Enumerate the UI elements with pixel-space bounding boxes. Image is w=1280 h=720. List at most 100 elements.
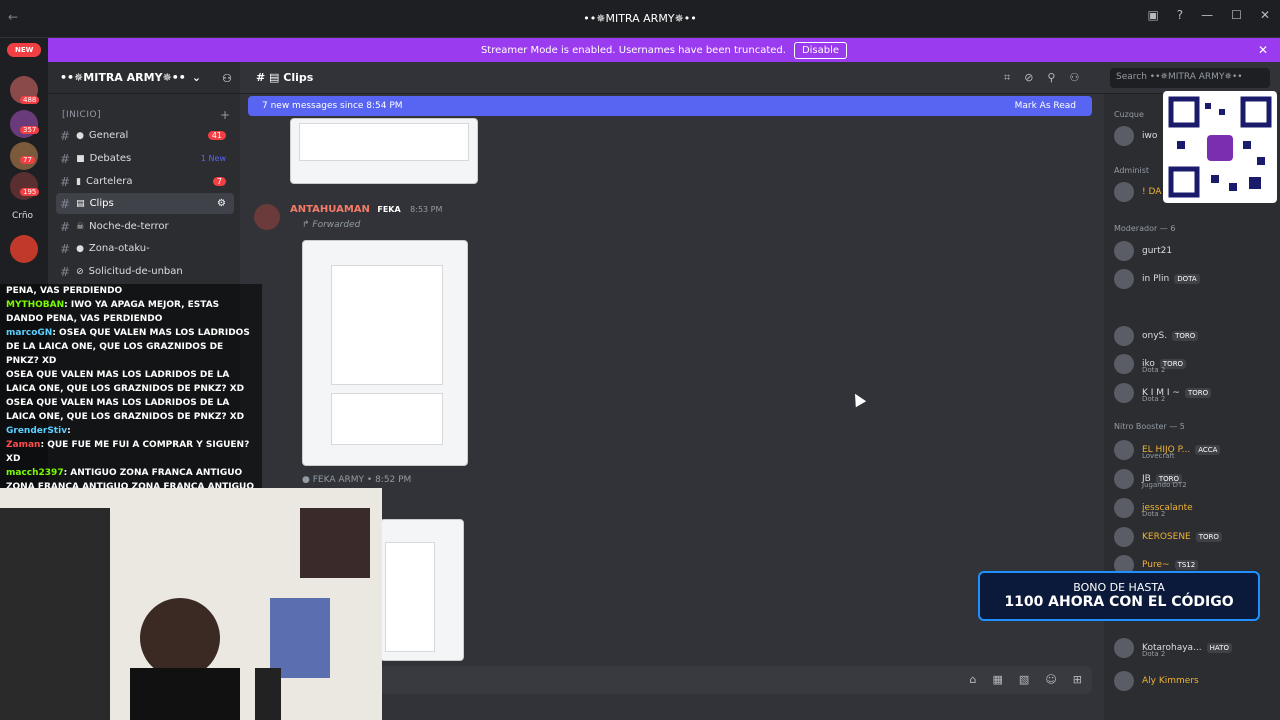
chat-text: : QUE FUE ME FUI A COMPRAR Y SIGUEN? XD <box>6 440 250 464</box>
maximize-button[interactable]: ☐ <box>1231 8 1242 22</box>
avatar <box>1114 469 1134 489</box>
chat-user: GrenderStiv <box>6 426 68 436</box>
chat-text: OSEA QUE VALEN MAS LOS LADRIDOS DE LA LA… <box>6 398 245 422</box>
qr-code-icon <box>1168 96 1272 198</box>
member-item[interactable]: Aly Kimmers <box>1114 669 1280 693</box>
channel-clips[interactable]: # ▤ Clips ⚙ <box>56 193 234 214</box>
mark-as-read-button[interactable]: Mark As Read <box>1015 101 1076 111</box>
member-tag: TS12 <box>1174 560 1199 570</box>
chat-user: Zaman <box>6 440 41 450</box>
threads-icon[interactable]: ⌗ <box>1004 71 1010 85</box>
member-item[interactable]: EL HIJO P... ACCA Lovecraft <box>1114 438 1280 462</box>
member-item[interactable]: jesscalante Dota 2 <box>1114 496 1280 520</box>
member-name: ! DA <box>1142 187 1162 197</box>
close-icon[interactable]: ✕ <box>1258 43 1268 57</box>
skull-icon: ☠ <box>76 221 85 232</box>
globe-icon: ● <box>76 130 84 141</box>
channel-solicitud-de-unban[interactable]: # ⊘ Solicitud-de-unban <box>56 261 234 282</box>
member-activity: Lovecraft <box>1142 452 1175 460</box>
gif-icon[interactable]: ▦ <box>993 673 1003 686</box>
member-item[interactable]: gurt21 <box>1114 239 1280 263</box>
member-tag: ACCA <box>1195 445 1221 455</box>
member-item[interactable]: Kotarohaya... HATO Dota 2 <box>1114 636 1280 660</box>
server-header[interactable]: ••✵MITRA ARMY✵•• ⌄ ⚇ <box>48 62 240 94</box>
forwarded-label: ↱ Forwarded <box>302 220 361 230</box>
channel-zona-otaku[interactable]: # ● Zona-otaku- <box>56 238 234 259</box>
chat-line: Zaman: QUE FUE ME FUI A COMPRAR Y SIGUEN… <box>6 438 256 466</box>
chat-text: : <box>67 426 71 436</box>
unread-badge: 41 <box>207 131 226 140</box>
sticker-icon[interactable]: ▧ <box>1019 673 1029 686</box>
attachment-image[interactable] <box>380 519 464 661</box>
chevron-down-icon: ⌄ <box>191 71 202 84</box>
member-item[interactable]: K I M I ~ TORO Dota 2 <box>1114 381 1280 405</box>
chat-user: marcoGN <box>6 328 53 338</box>
member-group-label: Nitro Booster — 5 <box>1114 422 1185 431</box>
back-arrow-icon[interactable]: ← <box>8 10 18 24</box>
promo-line-1: BONO DE HASTA <box>1073 581 1165 594</box>
member-activity: Dota 2 <box>1142 650 1166 658</box>
server-icon[interactable] <box>10 235 38 263</box>
emoji-icon[interactable]: ☺ <box>1045 673 1056 686</box>
member-item[interactable]: KEROSENE TORO <box>1114 525 1280 549</box>
webcam-feed <box>0 488 382 720</box>
forward-source[interactable]: ● FEKA ARMY • 8:52 PM <box>302 475 411 485</box>
webcam-image <box>0 488 382 720</box>
promo-line-2: 1100 AHORA CON EL CÓDIGO <box>1004 594 1234 610</box>
member-group-label: Cuzque <box>1114 110 1144 119</box>
forwarded-image[interactable] <box>302 240 468 466</box>
new-messages-bar[interactable]: 7 new messages since 8:54 PM Mark As Rea… <box>248 96 1092 116</box>
attachment-image[interactable] <box>290 118 478 184</box>
hash-icon: # <box>60 128 71 143</box>
member-item[interactable]: iko TORO Dota 2 <box>1114 352 1280 376</box>
gear-icon[interactable]: ⚙ <box>217 198 226 209</box>
hash-icon: # <box>60 196 71 211</box>
avatar[interactable] <box>254 204 280 230</box>
channel-label: Solicitud-de-unban <box>88 266 183 277</box>
mention-badge: 488 <box>20 96 40 104</box>
new-badge[interactable]: NEW <box>7 43 42 57</box>
mute-icon[interactable]: ⊘ <box>1024 71 1033 85</box>
avatar <box>1114 354 1134 374</box>
minimize-button[interactable]: — <box>1201 8 1213 22</box>
help-icon[interactable]: ? <box>1177 8 1183 22</box>
disable-button[interactable]: Disable <box>793 41 848 59</box>
avatar <box>1114 527 1134 547</box>
member-tag: HATO <box>1206 643 1232 653</box>
members-icon[interactable]: ⚇ <box>1069 71 1079 85</box>
add-channel-icon[interactable]: + <box>220 108 231 122</box>
search-placeholder: Search ••✵MITRA ARMY✵•• <box>1116 72 1243 82</box>
close-button[interactable]: ✕ <box>1260 8 1270 22</box>
member-tag: TORO <box>1195 532 1222 542</box>
inbox-icon[interactable]: ▣ <box>1147 8 1158 22</box>
gift-icon[interactable]: ⌂ <box>970 673 977 686</box>
apps-icon[interactable]: ⊞ <box>1073 673 1082 686</box>
avatar <box>1114 671 1134 691</box>
pin-icon[interactable]: ⚲ <box>1047 71 1055 85</box>
server-label[interactable]: Crño <box>12 211 33 221</box>
mention-badge: 357 <box>20 126 40 134</box>
member-activity: Jugando DT2 <box>1142 481 1187 489</box>
search-input[interactable]: Search ••✵MITRA ARMY✵•• <box>1110 68 1270 88</box>
member-item[interactable]: JB TORO Jugando DT2 <box>1114 467 1280 491</box>
avatar <box>1114 638 1134 658</box>
invite-icon[interactable]: ⚇ <box>222 72 232 85</box>
channel-noche-de-terror[interactable]: # ☠ Noche-de-terror <box>56 216 234 237</box>
screenshot-content <box>385 542 435 652</box>
message-author[interactable]: ANTAHUAMAN FEKA 8:53 PM <box>290 204 442 215</box>
window-controls: ▣ ? — ☐ ✕ <box>1147 8 1270 22</box>
member-item[interactable]: onyS. TORO <box>1114 324 1280 348</box>
member-item[interactable]: in Plin DOTA <box>1114 267 1280 291</box>
channel-title-text: Clips <box>283 71 314 84</box>
category-header[interactable]: [INICIO] + <box>62 108 230 122</box>
avatar <box>1114 269 1134 289</box>
hash-icon: # <box>60 219 71 234</box>
channel-debates[interactable]: # ■ Debates 1 New <box>56 148 234 169</box>
channel-general[interactable]: # ● General 41 <box>56 125 234 146</box>
new-badge: 1 New <box>200 154 226 163</box>
avatar <box>1114 326 1134 346</box>
author-name: ANTAHUAMAN <box>290 204 370 215</box>
channel-cartelera[interactable]: # ▮ Cartelera 7 <box>56 171 234 192</box>
mention-badge: 195 <box>20 188 40 196</box>
channel-label: Cartelera <box>86 176 133 187</box>
